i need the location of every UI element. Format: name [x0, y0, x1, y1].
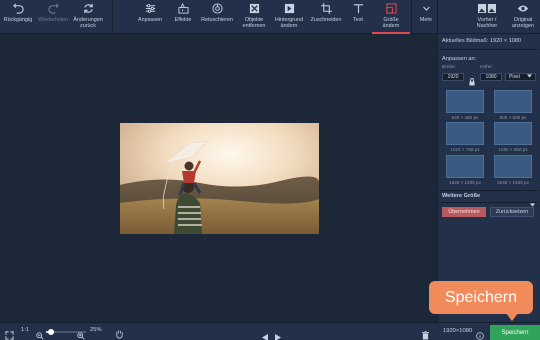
tab-change-background-label: Hintergrund ändern: [274, 17, 304, 29]
tab-remove-objects[interactable]: Objekte entfernen: [238, 2, 270, 32]
preset-thumbnail: [494, 90, 532, 113]
zoom-slider-handle[interactable]: [48, 329, 54, 335]
preset-thumbnail: [494, 122, 532, 145]
height-label: Höhe:: [480, 65, 493, 70]
fit-screen-icon[interactable]: [5, 327, 14, 340]
tab-effects-label: Effekte: [174, 17, 192, 23]
tab-remove-objects-label: Objekte entfernen: [242, 17, 266, 29]
before-after-button[interactable]: Vorher / Nachher: [470, 2, 504, 32]
tab-adjust-label: Anpassen: [138, 17, 162, 23]
apply-button[interactable]: Übernehmen: [442, 207, 486, 217]
previous-image-icon[interactable]: [262, 328, 268, 340]
preset-label: 800 × 600 px: [499, 115, 527, 120]
sliders-icon: [144, 2, 156, 14]
more-sizes-label[interactable]: Weitere Größe: [442, 193, 480, 199]
zoom-in-icon[interactable]: [77, 327, 85, 340]
redo-label: Wiederholen: [37, 17, 69, 23]
next-image-icon[interactable]: [275, 328, 281, 340]
preset-thumbnail: [446, 90, 484, 113]
preset-thumbnail: [446, 122, 484, 145]
discard-changes-button[interactable]: Änderungen zurück: [70, 2, 106, 32]
more-menu-button[interactable]: Mehr: [415, 2, 437, 32]
chevron-down-icon: [527, 74, 532, 80]
show-original-label: Original anzeigen: [512, 17, 534, 29]
tab-crop[interactable]: Zuschneiden: [307, 2, 345, 32]
tab-text-label: Text: [353, 17, 363, 23]
reset-button[interactable]: Zurücksetzen: [490, 207, 534, 217]
preset-size[interactable]: 1024 × 768 px: [446, 122, 484, 153]
redo-icon: [47, 2, 59, 14]
zoom-level: 25%: [90, 327, 102, 333]
preset-size[interactable]: 640 × 480 px: [446, 90, 484, 121]
preset-label: 1024 × 768 px: [450, 147, 480, 152]
more-label: Mehr: [419, 17, 433, 23]
tab-retouch-label: Retuschieren: [201, 17, 233, 23]
unit-select[interactable]: Pixel: [505, 73, 536, 81]
width-field[interactable]: 1920: [442, 73, 464, 81]
tab-resize-label: Größe ändern: [382, 17, 400, 29]
edited-photo: [120, 123, 319, 234]
before-after-label: Vorher / Nachher: [476, 17, 498, 29]
width-label: Breite:: [442, 65, 456, 70]
toolbar-divider: [411, 0, 412, 34]
image-dimensions: 1920×1080: [443, 328, 473, 334]
effects-icon: [177, 2, 189, 14]
trash-icon[interactable]: [422, 327, 429, 340]
preset-thumbnail: [446, 155, 484, 178]
callout-pointer: [506, 313, 518, 321]
text-icon: [352, 2, 364, 14]
preset-label: 1280 × 960 px: [498, 147, 528, 152]
preset-size[interactable]: 800 × 600 px: [494, 90, 532, 121]
crop-icon: [320, 2, 332, 14]
save-callout: Speichern: [429, 281, 533, 314]
hand-tool-icon[interactable]: [115, 326, 124, 340]
show-original-button[interactable]: Original anzeigen: [508, 2, 538, 32]
height-field[interactable]: 1080: [480, 73, 502, 81]
redo-button[interactable]: Wiederholen: [35, 2, 71, 32]
eye-icon: [517, 2, 529, 14]
preset-label: 1920 × 1200 px: [449, 180, 481, 185]
toolbar-divider: [112, 0, 113, 34]
image-canvas[interactable]: [0, 34, 437, 322]
background-icon: [283, 2, 295, 14]
tab-adjust[interactable]: Anpassen: [134, 2, 166, 32]
tab-effects[interactable]: Effekte: [170, 2, 196, 32]
refresh-icon: [82, 2, 94, 14]
fit-to-label: Anpassen an:: [442, 56, 477, 62]
retouch-icon: [211, 2, 223, 14]
info-icon[interactable]: [476, 327, 484, 340]
lock-icon[interactable]: [469, 73, 475, 91]
undo-icon: [12, 2, 24, 14]
toolbar-divider: [437, 0, 438, 34]
tab-change-background[interactable]: Hintergrund ändern: [271, 2, 307, 32]
zoom-out-icon[interactable]: [36, 327, 44, 340]
preset-label: 640 × 480 px: [451, 115, 479, 120]
preset-size[interactable]: 1280 × 960 px: [494, 122, 532, 153]
panel-divider: [439, 190, 538, 191]
discard-changes-label: Änderungen zurück: [73, 17, 103, 29]
panel-divider: [439, 202, 538, 203]
preset-size[interactable]: 2048 × 1536 px: [494, 155, 532, 186]
toolbar: Rückgängig Wiederholen Änderungen zurück…: [0, 0, 540, 34]
preset-size[interactable]: 1920 × 1200 px: [446, 155, 484, 186]
unit-select-value: Pixel: [509, 74, 520, 80]
remove-objects-icon: [248, 2, 260, 14]
preset-thumbnail: [494, 155, 532, 178]
panel-divider: [439, 49, 538, 50]
save-button[interactable]: Speichern: [490, 325, 540, 340]
undo-button[interactable]: Rückgängig: [2, 2, 34, 32]
chevron-down-icon: [420, 2, 432, 14]
current-size-label: Aktuelles Bildmaß: 1920 × 1080: [442, 38, 522, 44]
undo-label: Rückgängig: [3, 17, 33, 23]
preset-label: 2048 × 1536 px: [497, 180, 529, 185]
before-after-icon: [477, 2, 497, 14]
actual-size-button[interactable]: 1:1: [21, 327, 29, 333]
tab-resize[interactable]: Größe ändern: [372, 2, 410, 34]
tab-text[interactable]: Text: [347, 2, 369, 32]
tab-retouch[interactable]: Retuschieren: [198, 2, 236, 32]
tab-crop-label: Zuschneiden: [310, 17, 342, 23]
resize-icon: [385, 2, 397, 14]
